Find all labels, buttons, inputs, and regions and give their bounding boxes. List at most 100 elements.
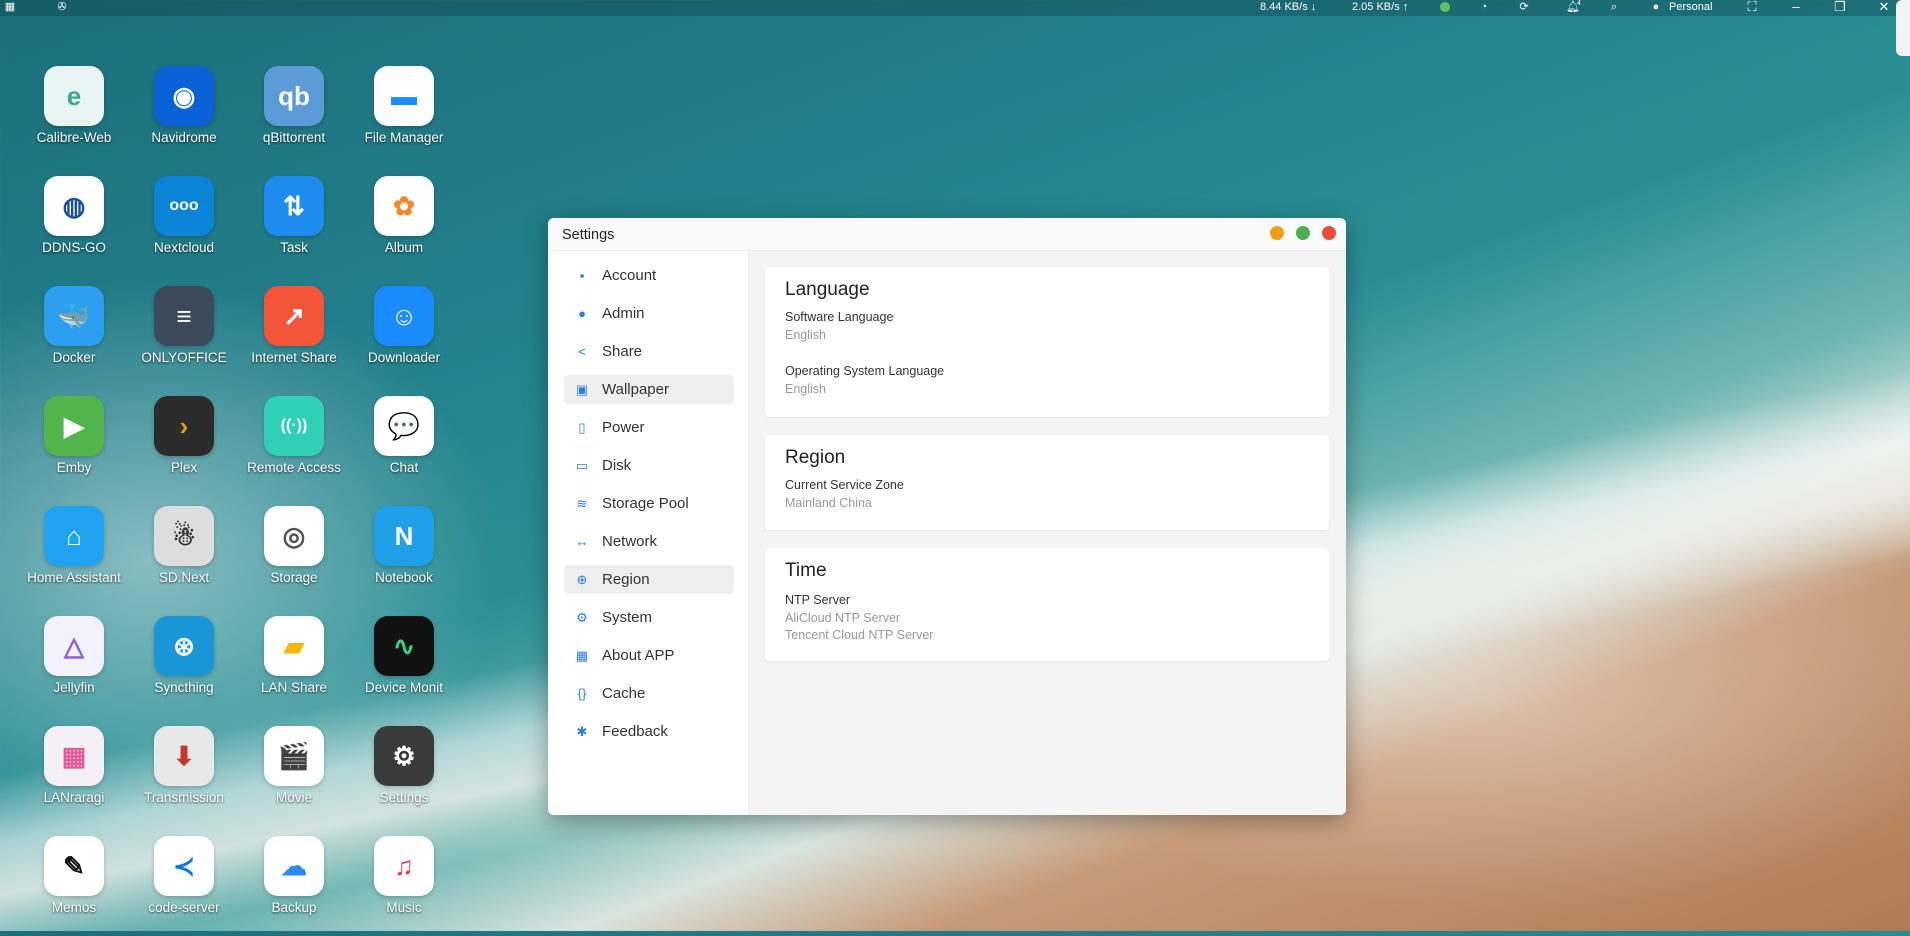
side-shield-badge[interactable] (1896, 0, 1910, 56)
admin-icon: ● (578, 305, 586, 321)
nav-item-label: System (602, 609, 653, 626)
notification-count: 4 (1577, 0, 1581, 7)
wallpaper-icon: ▣ (575, 381, 589, 397)
os-language-value[interactable]: English (785, 382, 826, 396)
app-label: Internet Share (251, 350, 337, 365)
settings-sidebar: ▪ Account ● Admin < Share ▣ Wallpaper ▯ Power ▭ Dis… (548, 251, 749, 815)
maximize-button[interactable] (1296, 226, 1310, 240)
nav-item-feedback[interactable]: ✱ Feedback (564, 717, 734, 746)
search-icon[interactable]: ⌕ (1608, 1, 1620, 13)
window-title-bar[interactable]: Settings (548, 218, 1346, 251)
desktop-app-lan-share[interactable]: ▰ LAN Share (239, 612, 349, 716)
sync-icon[interactable]: ⟳ (1518, 1, 1530, 13)
feedback-icon: ✱ (576, 723, 588, 739)
nav-item-label: Feedback (602, 723, 668, 740)
app-label: Music (386, 900, 422, 915)
nav-item-wallpaper[interactable]: ▣ Wallpaper (564, 375, 734, 404)
os-language-label[interactable]: Operating System Language (785, 364, 944, 378)
desktop-app-file-manager[interactable]: ▬ File Manager (349, 62, 459, 166)
time-heading: Time (785, 560, 827, 581)
nav-item-label: Region (602, 571, 650, 588)
app-label: Calibre-Web (36, 130, 112, 145)
power-icon: ▯ (578, 419, 586, 435)
desktop-app-calibre-web[interactable]: e Calibre-Web (19, 62, 129, 166)
nav-item-label: Network (602, 533, 658, 550)
desktop-app-sd-next[interactable]: ☃ SD.Next (129, 502, 239, 606)
nav-item-disk[interactable]: ▭ Disk (564, 451, 734, 480)
fullscreen-icon[interactable]: ⛶ (1746, 0, 1758, 13)
restore-icon[interactable]: ❐ (1834, 0, 1846, 13)
desktop-app-lanraragi[interactable]: ▦ LANraragi (19, 722, 129, 826)
software-language-value[interactable]: English (785, 328, 826, 342)
lanraragi-icon: ▦ (44, 726, 104, 786)
desktop-app-memos[interactable]: ✎ Memos (19, 832, 129, 936)
desktop-app-plex[interactable]: › Plex (129, 392, 239, 496)
desktop-app-device-monit[interactable]: ∿ Device Monit (349, 612, 459, 716)
lan-share-icon: ▰ (264, 616, 324, 676)
desktop-app-code-server[interactable]: ≺ code-server (129, 832, 239, 936)
ntp-server-value[interactable]: AliCloud NTP Server (785, 611, 900, 625)
desktop-app-storage[interactable]: ◎ Storage (239, 502, 349, 606)
minimize-icon[interactable]: – (1790, 0, 1802, 13)
desktop-app-ddns-go[interactable]: ◍ DDNS-GO (19, 172, 129, 276)
nav-item-storage-pool[interactable]: ≋ Storage Pool (564, 489, 734, 518)
app-label: Transmission (144, 790, 224, 805)
calibre-icon: e (44, 66, 104, 126)
desktop-app-navidrome[interactable]: ◉ Navidrome (129, 62, 239, 166)
desktop-app-qbittorrent[interactable]: qb qBittorrent (239, 62, 349, 166)
close-icon[interactable]: ✕ (1878, 0, 1890, 13)
desktop-app-emby[interactable]: ▶ Emby (19, 392, 129, 496)
desktop-app-remote-access[interactable]: ((·)) Remote Access (239, 392, 349, 496)
device-monitor-icon: ∿ (374, 616, 434, 676)
ntp-server-label[interactable]: NTP Server (785, 593, 850, 607)
desktop-app-transmission[interactable]: ⬇ Transmission (129, 722, 239, 826)
desktop-app-movie[interactable]: 🎬 Movie (239, 722, 349, 826)
backup-icon: ☁ (264, 836, 324, 896)
desktop-app-backup[interactable]: ☁ Backup (239, 832, 349, 936)
desktop-app-task[interactable]: ⇅ Task (239, 172, 349, 276)
remote-icon[interactable]: ◔ (1478, 1, 1490, 13)
chat-icon: 💬 (374, 396, 434, 456)
desktop-app-settings[interactable]: ⚙ Settings (349, 722, 459, 826)
minimize-button[interactable] (1270, 226, 1284, 240)
app-label: Downloader (367, 350, 441, 365)
ddns-icon: ◍ (44, 176, 104, 236)
region-heading: Region (785, 447, 846, 468)
nav-item-system[interactable]: ⚙ System (564, 603, 734, 632)
app-label: Backup (271, 900, 317, 915)
desktop-app-onlyoffice[interactable]: ≡ ONLYOFFICE (129, 282, 239, 386)
folder-icon: ▬ (374, 66, 434, 126)
desktop-app-home-assistant[interactable]: ⌂ Home Assistant (19, 502, 129, 606)
nav-item-region[interactable]: ⊕ Region (564, 565, 734, 594)
service-zone-label[interactable]: Current Service Zone (785, 478, 904, 492)
steering-icon[interactable]: ✇ (56, 1, 68, 13)
service-zone-value[interactable]: Mainland China (785, 496, 872, 510)
nav-item-power[interactable]: ▯ Power (564, 413, 734, 442)
nav-item-share[interactable]: < Share (564, 337, 734, 366)
desktop-app-docker[interactable]: 🐳 Docker (19, 282, 129, 386)
software-language-label[interactable]: Software Language (785, 310, 893, 324)
nav-item-network[interactable]: ↔ Network (564, 527, 734, 556)
desktop-app-internet-share[interactable]: ↗ Internet Share (239, 282, 349, 386)
window-title: Settings (562, 227, 615, 243)
desktop-app-album[interactable]: ✿ Album (349, 172, 459, 276)
desktop-app-nextcloud[interactable]: ooo Nextcloud (129, 172, 239, 276)
close-button[interactable] (1322, 226, 1336, 240)
user-menu[interactable]: ● Personal (1650, 1, 1713, 13)
desktop-app-music[interactable]: ♫ Music (349, 832, 459, 936)
share-icon: < (578, 343, 586, 359)
desktop-app-downloader[interactable]: ☺ Downloader (349, 282, 459, 386)
desktop-app-chat[interactable]: 💬 Chat (349, 392, 459, 496)
onlyoffice-icon: ≡ (154, 286, 214, 346)
desktop-app-jellyfin[interactable]: △ Jellyfin (19, 612, 129, 716)
start-menu-icon[interactable]: ▦ (4, 1, 16, 13)
nav-item-about-app[interactable]: ▦ About APP (564, 641, 734, 670)
nav-item-cache[interactable]: {} Cache (564, 679, 734, 708)
notification-bell-icon[interactable]: 🔔︎ 4 (1566, 0, 1585, 13)
nav-item-admin[interactable]: ● Admin (564, 299, 734, 328)
ntp-server-value[interactable]: Tencent Cloud NTP Server (785, 628, 933, 642)
desktop-app-notebook[interactable]: N Notebook (349, 502, 459, 606)
nav-item-label: Admin (602, 305, 645, 322)
nav-item-account[interactable]: ▪ Account (564, 261, 734, 290)
desktop-app-syncthing[interactable]: ⊛ Syncthing (129, 612, 239, 716)
